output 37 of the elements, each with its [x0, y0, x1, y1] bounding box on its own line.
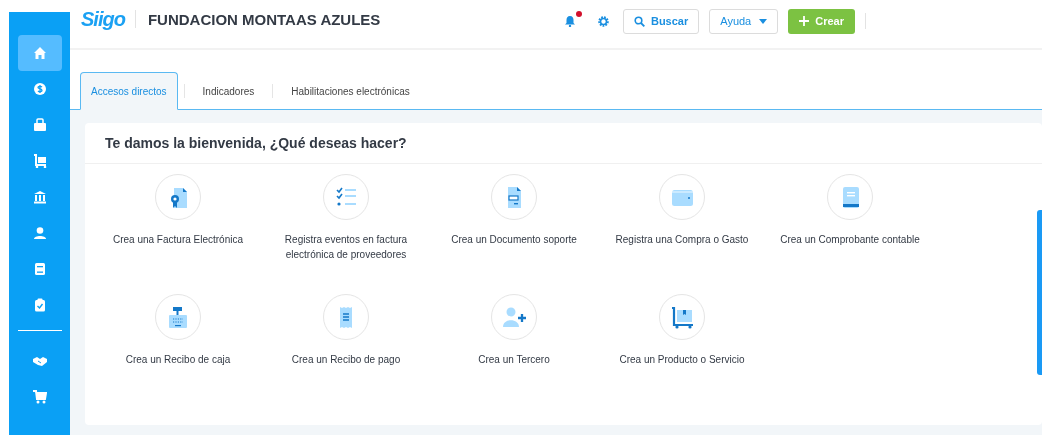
shortcut-label[interactable]: Crea una Factura Electrónica [112, 232, 244, 247]
logo: Siigo [81, 7, 125, 31]
shortcut-label[interactable]: Crea un Producto o Servicio [619, 352, 745, 367]
shortcut-label[interactable]: Crea un Recibo de caja [125, 352, 231, 367]
shortcut-button[interactable] [491, 174, 537, 220]
bell-icon [563, 15, 576, 27]
welcome-heading: Te damos la bienvenida, ¿Qué deseas hacer? [85, 123, 1042, 164]
person-icon [32, 226, 47, 240]
shortcut-button[interactable] [827, 174, 873, 220]
tab[interactable]: Indicadores [190, 72, 267, 110]
shortcut-label[interactable]: Crea un Recibo de pago [291, 352, 401, 367]
bank-icon [32, 190, 47, 204]
caret-icon [759, 18, 768, 24]
book-icon [32, 262, 47, 276]
dolly-icon [32, 154, 47, 168]
home-icon [32, 46, 47, 60]
coin-icon [32, 82, 47, 96]
settings-icon [597, 15, 609, 27]
plus-icon [799, 16, 810, 26]
shortcut-button[interactable] [659, 294, 705, 340]
shortcut-button[interactable] [155, 174, 201, 220]
shortcut-label[interactable]: Crea un Comprobante contable [780, 232, 920, 247]
search-icon [633, 15, 645, 27]
cart-icon [32, 390, 47, 404]
shortcut-label[interactable]: Crea un Tercero [478, 352, 550, 367]
dolly-box-icon [669, 304, 695, 330]
clipboard-icon [32, 298, 47, 312]
tab[interactable]: Habilitaciones electrónicas [279, 72, 422, 110]
shortcut-button[interactable] [155, 294, 201, 340]
shortcut-label[interactable]: Registra una Compra o Gasto [615, 232, 749, 247]
sidebar-item[interactable] [17, 35, 62, 71]
handshake-icon [32, 354, 47, 368]
help-button[interactable]: Ayuda [709, 8, 779, 34]
bag-icon [32, 118, 47, 132]
shortcut-label[interactable]: Registra eventos en factura electrónica de proveedores [271, 232, 421, 262]
shortcut-label[interactable]: Crea un Documento soporte [451, 232, 577, 247]
company-name: FUNDACION MONTAAS AZULES [147, 10, 381, 28]
